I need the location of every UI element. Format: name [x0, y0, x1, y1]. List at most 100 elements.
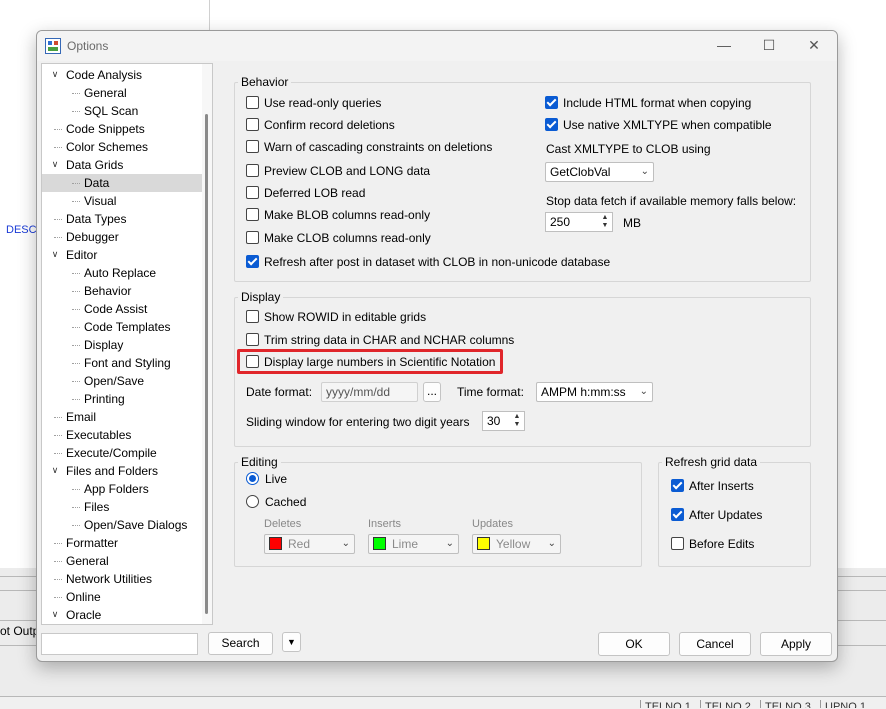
spin-up-icon[interactable]: ▲: [600, 214, 610, 222]
spin-down-icon[interactable]: ▼: [512, 421, 522, 429]
cancel-button[interactable]: Cancel: [679, 632, 751, 656]
tree-item-label: Font and Styling: [84, 356, 171, 370]
options-dialog: Options — ☐ ✕ Code Analysis ∨ General SQL S…: [36, 30, 838, 662]
date-format-browse-button[interactable]: ...: [423, 382, 441, 402]
refresh-clob-checkbox[interactable]: Refresh after post in dataset with CLOB …: [246, 253, 610, 271]
tree-item-label: Code Snippets: [66, 122, 145, 136]
preview-clob-checkbox[interactable]: Preview CLOB and LONG data: [246, 162, 430, 180]
date-format-input[interactable]: yyyy/mm/dd: [321, 382, 418, 402]
tree-item[interactable]: General: [84, 84, 127, 102]
close-button[interactable]: ✕: [791, 31, 837, 61]
tree-item[interactable]: Auto Replace: [84, 264, 156, 282]
before-edits-checkbox[interactable]: Before Edits: [671, 535, 754, 553]
tree-item[interactable]: Oracle: [66, 606, 101, 624]
deferred-lob-checkbox[interactable]: Deferred LOB read: [246, 184, 365, 202]
close-icon: ✕: [808, 37, 820, 53]
options-tree[interactable]: Code Analysis ∨ General SQL Scan Code Snippe…: [41, 63, 213, 625]
expand-chevron-icon[interactable]: ∨: [50, 465, 60, 476]
window-title: Options: [67, 39, 109, 53]
expand-chevron-icon[interactable]: ∨: [50, 159, 60, 170]
refresh-grid-group-title: Refresh grid data: [662, 455, 761, 469]
maximize-button[interactable]: ☐: [746, 31, 792, 61]
tree-item[interactable]: Code Analysis: [66, 66, 142, 84]
title-bar[interactable]: Options — ☐ ✕: [37, 31, 837, 61]
tree-item[interactable]: Online: [66, 588, 101, 606]
cached-radio[interactable]: Cached: [246, 493, 306, 511]
after-updates-checkbox[interactable]: After Updates: [671, 506, 762, 524]
background-output-tab[interactable]: ot Outp: [0, 624, 39, 638]
expand-chevron-icon[interactable]: ∨: [50, 249, 60, 260]
time-format-select[interactable]: AMPM h:mm:ss ⌄: [536, 382, 653, 402]
tree-item[interactable]: Data Grids: [66, 156, 123, 174]
search-button[interactable]: Search: [208, 632, 273, 655]
tree-item-label: Online: [66, 590, 101, 604]
after-inserts-checkbox[interactable]: After Inserts: [671, 477, 754, 495]
search-options-button[interactable]: ▼: [282, 632, 301, 652]
tree-item[interactable]: Data Types: [66, 210, 126, 228]
checkbox-box: [246, 208, 259, 221]
tree-item[interactable]: Printing: [84, 390, 125, 408]
expand-chevron-icon[interactable]: ∨: [50, 609, 60, 620]
tree-item-label: Code Templates: [84, 320, 171, 334]
tree-item[interactable]: Color Schemes: [66, 138, 148, 156]
tree-item[interactable]: Code Snippets: [66, 120, 145, 138]
tree-item[interactable]: Executables: [66, 426, 131, 444]
tree-item[interactable]: Email: [66, 408, 96, 426]
tree-item[interactable]: Behavior: [84, 282, 131, 300]
trim-string-checkbox[interactable]: Trim string data in CHAR and NCHAR colum…: [246, 331, 514, 349]
ok-button[interactable]: OK: [598, 632, 670, 656]
minimize-button[interactable]: —: [701, 31, 747, 61]
tree-connector: [72, 291, 80, 292]
cast-xmltype-select[interactable]: GetClobVal ⌄: [545, 162, 654, 182]
inserts-color-select[interactable]: Lime ⌄: [368, 534, 459, 554]
blob-readonly-checkbox[interactable]: Make BLOB columns read-only: [246, 206, 430, 224]
include-html-checkbox[interactable]: Include HTML format when copying: [545, 94, 751, 112]
tree-item[interactable]: Visual: [84, 192, 116, 210]
sliding-window-spinner[interactable]: 30 ▲ ▼: [482, 411, 525, 431]
tree-item[interactable]: Execute/Compile: [66, 444, 157, 462]
tree-connector: [72, 183, 80, 184]
tree-item-label: Behavior: [84, 284, 132, 298]
tree-connector: [54, 219, 62, 220]
spin-up-icon[interactable]: ▲: [512, 413, 522, 421]
live-radio[interactable]: Live: [246, 470, 287, 488]
tree-item[interactable]: Display: [84, 336, 123, 354]
deletes-color-select[interactable]: Red ⌄: [264, 534, 355, 554]
tree-item[interactable]: Open/Save: [84, 372, 144, 390]
tree-connector: [72, 327, 80, 328]
tree-item-label: Code Assist: [84, 302, 148, 316]
spin-down-icon[interactable]: ▼: [600, 222, 610, 230]
clob-readonly-checkbox[interactable]: Make CLOB columns read-only: [246, 229, 431, 247]
tree-item[interactable]: App Folders: [84, 480, 149, 498]
status-cell: UPNO 1: [820, 700, 866, 708]
tree-item-label: Auto Replace: [84, 266, 157, 280]
native-xmltype-checkbox[interactable]: Use native XMLTYPE when compatible: [545, 116, 772, 134]
tree-item[interactable]: Code Templates: [84, 318, 171, 336]
tree-item[interactable]: Code Assist: [84, 300, 147, 318]
tree-item[interactable]: Open/Save Dialogs: [84, 516, 187, 534]
tree-item[interactable]: Data: [42, 174, 212, 192]
apply-button[interactable]: Apply: [760, 632, 832, 656]
tree-scrollbar-thumb[interactable]: [205, 114, 208, 614]
use-readonly-queries-checkbox[interactable]: Use read-only queries: [246, 94, 381, 112]
time-format-label: Time format:: [457, 385, 524, 399]
warn-cascading-checkbox[interactable]: Warn of cascading constraints on deletio…: [246, 138, 492, 156]
app-icon: [45, 38, 61, 54]
tree-item[interactable]: Formatter: [66, 534, 118, 552]
expand-chevron-icon[interactable]: ∨: [50, 69, 60, 80]
search-input[interactable]: [41, 633, 198, 655]
tree-item[interactable]: Editor: [66, 246, 97, 264]
stop-fetch-spinner[interactable]: 250 ▲ ▼: [545, 212, 613, 232]
tree-item[interactable]: Files: [84, 498, 109, 516]
tree-item[interactable]: SQL Scan: [84, 102, 138, 120]
tree-item[interactable]: General: [66, 552, 109, 570]
updates-color-select[interactable]: Yellow ⌄: [472, 534, 561, 554]
tree-item[interactable]: Files and Folders: [66, 462, 158, 480]
tree-item-label: Oracle: [66, 608, 102, 622]
tree-item[interactable]: Debugger: [66, 228, 119, 246]
confirm-deletions-checkbox[interactable]: Confirm record deletions: [246, 116, 395, 134]
checkbox-box: [671, 537, 684, 550]
tree-item[interactable]: Font and Styling: [84, 354, 171, 372]
show-rowid-checkbox[interactable]: Show ROWID in editable grids: [246, 308, 426, 326]
tree-item[interactable]: Network Utilities: [66, 570, 152, 588]
